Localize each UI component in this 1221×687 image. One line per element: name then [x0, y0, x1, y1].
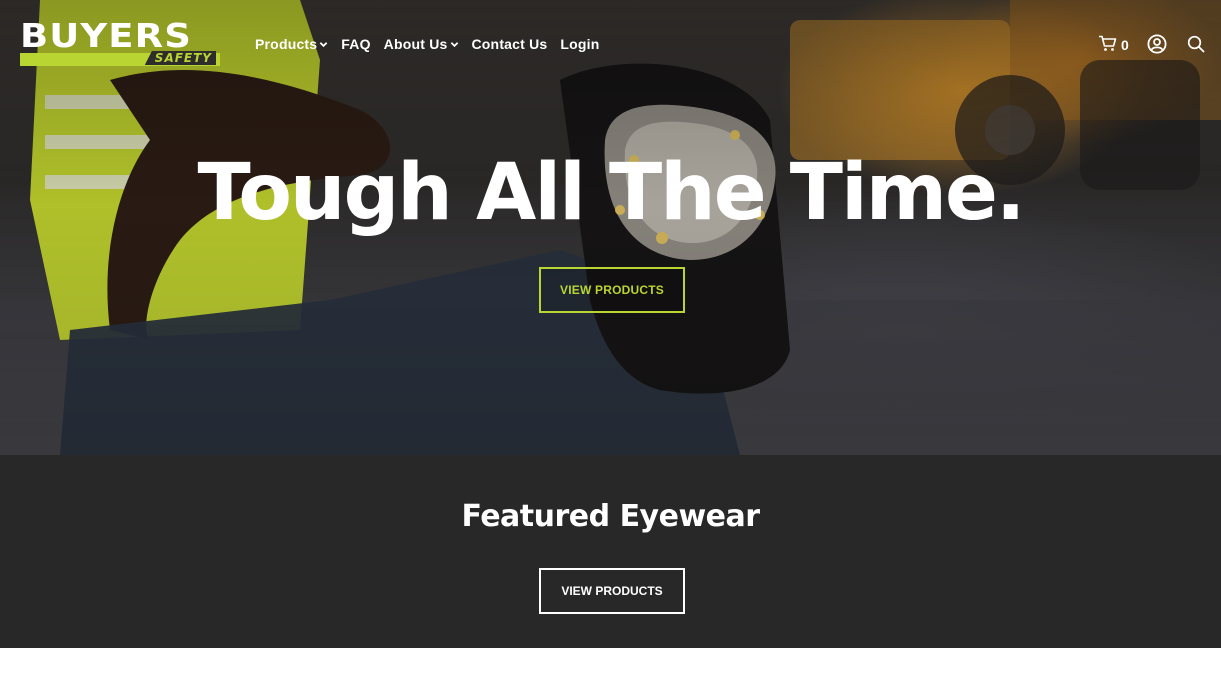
account-icon[interactable]: [1147, 34, 1167, 54]
nav-item-label: Login: [560, 36, 600, 52]
nav-item-label: Products: [255, 36, 318, 52]
nav-item-about-us[interactable]: About Us: [384, 36, 459, 52]
hero-banner: BUYERS SAFETY Products FAQ About Us Cont…: [0, 0, 1221, 455]
nav-item-login[interactable]: Login: [560, 36, 599, 52]
buyers-safety-logo[interactable]: BUYERS SAFETY: [20, 16, 220, 66]
nav-item-label: Contact Us: [471, 36, 548, 52]
cart-icon: [1099, 35, 1117, 51]
nav-item-label: FAQ: [341, 36, 371, 52]
page-continuation: [0, 648, 1221, 687]
main-nav: Products FAQ About Us Contact Us Login: [255, 36, 613, 52]
featured-view-products-button[interactable]: VIEW PRODUCTS: [539, 568, 685, 614]
chevron-down-icon: [319, 41, 328, 47]
featured-eyewear-section: Featured Eyewear VIEW PRODUCTS: [0, 455, 1221, 648]
featured-title: Featured Eyewear: [461, 499, 760, 534]
logo-word: BUYERS: [20, 16, 193, 55]
hero-title: Tough All The Time.: [197, 148, 1025, 238]
chevron-down-icon: [450, 41, 458, 47]
cart-count: 0: [1121, 37, 1129, 53]
nav-item-label: About Us: [383, 36, 448, 52]
nav-item-faq[interactable]: FAQ: [341, 36, 370, 52]
logo-subtitle: SAFETY: [144, 51, 216, 65]
nav-item-contact-us[interactable]: Contact Us: [472, 36, 548, 52]
nav-item-products[interactable]: Products: [255, 36, 328, 52]
cart-button[interactable]: 0: [1098, 34, 1129, 53]
hero-view-products-button[interactable]: VIEW PRODUCTS: [539, 267, 685, 313]
search-icon[interactable]: [1187, 35, 1205, 53]
